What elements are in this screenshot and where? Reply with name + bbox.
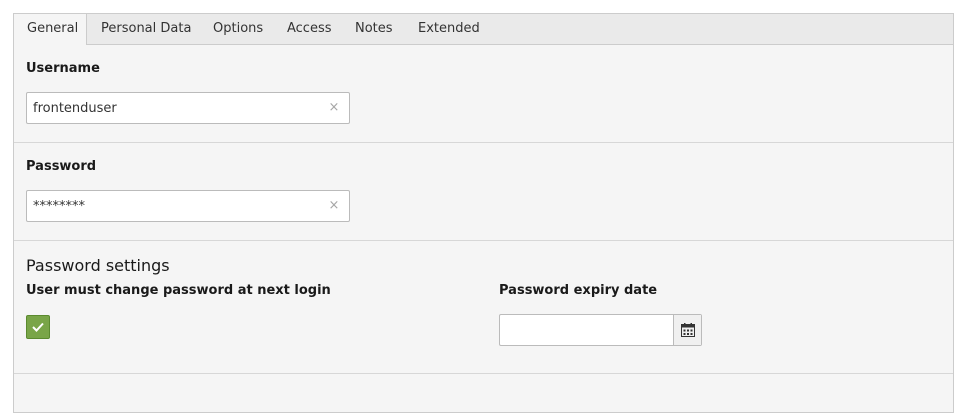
change-password-checkbox[interactable] [26, 315, 50, 339]
tab-bar: General Personal Data Options Access Not… [14, 14, 953, 45]
password-settings-section: Password settings User must change passw… [14, 241, 953, 374]
password-section: Password × [14, 143, 953, 241]
calendar-icon [681, 323, 695, 337]
form-panel: General Personal Data Options Access Not… [13, 13, 954, 413]
username-section: Username × [14, 45, 953, 143]
tab-options[interactable]: Options [200, 14, 276, 45]
tab-general[interactable]: General [14, 14, 87, 45]
username-label: Username [26, 61, 100, 76]
date-picker-button[interactable] [673, 315, 701, 345]
expiry-date-label: Password expiry date [499, 283, 658, 298]
expiry-date-input[interactable] [506, 315, 666, 345]
check-icon [32, 322, 44, 332]
tab-notes[interactable]: Notes [342, 14, 406, 45]
password-input[interactable] [33, 191, 313, 221]
username-field-wrapper: × [26, 92, 350, 124]
close-icon[interactable]: × [327, 198, 341, 214]
close-icon[interactable]: × [327, 100, 341, 116]
password-settings-heading: Password settings [26, 256, 170, 275]
tab-personal-data[interactable]: Personal Data [88, 14, 204, 45]
change-password-label: User must change password at next login [26, 283, 331, 298]
username-input[interactable] [33, 93, 313, 123]
password-field-wrapper: × [26, 190, 350, 222]
password-label: Password [26, 159, 97, 174]
tab-access[interactable]: Access [274, 14, 345, 45]
tab-extended[interactable]: Extended [405, 14, 493, 45]
expiry-date-wrapper [499, 314, 702, 346]
